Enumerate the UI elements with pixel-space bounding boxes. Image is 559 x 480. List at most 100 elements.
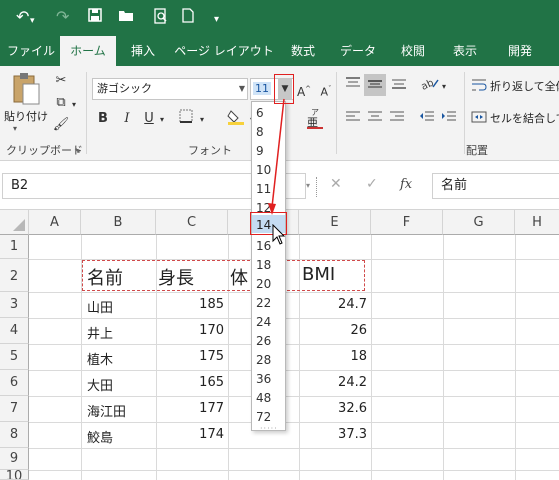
row-header-4[interactable]: 4 [0,318,29,344]
row-header-7[interactable]: 7 [0,396,29,422]
row-header-10[interactable]: 10 [0,470,29,480]
row-header-3[interactable]: 3 [0,292,29,318]
tab-formulas[interactable]: 数式 [280,36,326,66]
paste-button-label[interactable]: 貼り付け [4,108,48,124]
row-header-6[interactable]: 6 [0,370,29,396]
undo-icon[interactable]: ↶ [16,8,29,26]
formula-input[interactable]: 名前 [432,173,559,199]
paste-icon[interactable] [8,72,44,108]
row-header-8[interactable]: 8 [0,422,29,448]
cell-c6[interactable]: 165 [156,375,224,390]
font-name-dropdown-icon[interactable]: ▼ [239,79,245,99]
cell-e2[interactable]: BMI [302,264,335,285]
tab-file[interactable]: ファイル [2,36,60,66]
cell-e3[interactable]: 24.7 [299,297,367,312]
redo-icon[interactable]: ↷ [56,8,69,26]
font-size-option[interactable]: 24 [256,315,271,329]
resize-grip-icon[interactable]: ····· [260,424,278,433]
paste-dropdown-icon[interactable]: ▾ [13,124,17,133]
customize-qat-icon[interactable]: ▾ [214,11,219,29]
cell-c3[interactable]: 185 [156,297,224,312]
font-name-combo[interactable]: 游ゴシック ▼ [92,78,248,100]
align-top-icon[interactable] [344,76,362,96]
underline-dropdown-icon[interactable]: ▾ [158,111,166,129]
cell-c8[interactable]: 174 [156,427,224,442]
merge-center-icon[interactable] [470,110,488,130]
bold-button[interactable]: B [96,110,110,128]
format-painter-icon[interactable]: 🖌 [52,116,70,134]
cell-d2[interactable]: 体 [230,264,248,290]
undo-dropdown-icon[interactable]: ▾ [30,12,35,30]
align-middle-icon[interactable] [364,74,386,96]
row-header-9[interactable]: 9 [0,448,29,470]
cut-icon[interactable]: ✂ [52,72,70,90]
borders-dropdown-icon[interactable]: ▾ [198,111,206,129]
tab-review[interactable]: 校閲 [390,36,436,66]
italic-button[interactable]: I [120,110,134,128]
column-header-f[interactable]: F [371,210,443,235]
grow-font-icon[interactable]: A^ [296,80,312,101]
cell-b7[interactable]: 海江田 [87,401,126,420]
cell-b2[interactable]: 名前 [87,264,123,290]
orientation-icon[interactable]: ab [420,76,440,96]
phonetic-guide-icon[interactable]: ア亜 [302,106,330,136]
align-left-icon[interactable] [344,110,362,130]
cell-e7[interactable]: 32.6 [299,401,367,416]
cell-b6[interactable]: 大田 [87,375,113,394]
font-size-option[interactable]: 28 [256,353,271,367]
copy-icon[interactable]: ⧉ [52,94,70,112]
borders-icon[interactable] [176,108,196,130]
column-header-e[interactable]: E [299,210,371,235]
column-header-a[interactable]: A [29,210,81,235]
cell-e5[interactable]: 18 [299,349,367,364]
cell-c5[interactable]: 175 [156,349,224,364]
cell-c4[interactable]: 170 [156,323,224,338]
font-size-option[interactable]: 20 [256,277,271,291]
copy-dropdown-icon[interactable]: ▾ [70,96,78,114]
decrease-indent-icon[interactable] [418,110,436,130]
fill-color-icon[interactable] [226,108,246,132]
merge-center-button[interactable]: セルを結合して [490,110,559,126]
cell-b5[interactable]: 植木 [87,349,113,368]
column-header-b[interactable]: B [81,210,156,235]
cell-e4[interactable]: 26 [299,323,367,338]
cell-e8[interactable]: 37.3 [299,427,367,442]
font-size-option[interactable]: 48 [256,391,271,405]
increase-indent-icon[interactable] [440,110,458,130]
tab-insert[interactable]: 挿入 [118,36,168,66]
font-size-option[interactable]: 16 [256,239,271,253]
font-size-option[interactable]: 26 [256,334,271,348]
tab-home[interactable]: ホーム [60,36,116,66]
cancel-icon[interactable]: ✕ [330,176,342,192]
font-size-option[interactable]: 18 [256,258,271,272]
font-size-option[interactable]: 72 [256,410,271,424]
print-preview-icon[interactable] [154,8,168,28]
column-header-h[interactable]: H [515,210,559,235]
save-icon[interactable] [88,8,102,27]
font-size-option[interactable]: 22 [256,296,271,310]
underline-button[interactable]: U [142,110,156,128]
enter-icon[interactable]: ✓ [366,176,378,192]
font-size-option[interactable]: 36 [256,372,271,386]
column-header-g[interactable]: G [443,210,515,235]
column-header-c[interactable]: C [156,210,228,235]
row-header-5[interactable]: 5 [0,344,29,370]
shrink-font-icon[interactable]: Aˇ [318,80,334,102]
align-right-icon[interactable] [388,110,406,130]
tab-view[interactable]: 表示 [440,36,490,66]
tab-developer[interactable]: 開発 [494,36,546,66]
clipboard-launcher-icon[interactable]: ⬊ [74,146,81,155]
row-header-1[interactable]: 1 [0,235,29,259]
cell-b4[interactable]: 井上 [87,323,113,342]
wrap-text-button[interactable]: 折り返して全体 [490,78,559,94]
align-bottom-icon[interactable] [390,76,408,96]
align-center-icon[interactable] [366,110,384,130]
name-box-dropdown-icon[interactable]: ▾ [306,181,310,190]
new-document-icon[interactable] [182,8,194,27]
cell-b3[interactable]: 山田 [87,297,113,316]
select-all-corner[interactable] [0,210,29,235]
tab-page-layout[interactable]: ページ レイアウト [170,36,278,66]
cell-b8[interactable]: 鮫島 [87,427,113,446]
row-header-2[interactable]: 2 [0,259,29,292]
orientation-dropdown-icon[interactable]: ▾ [440,78,448,96]
